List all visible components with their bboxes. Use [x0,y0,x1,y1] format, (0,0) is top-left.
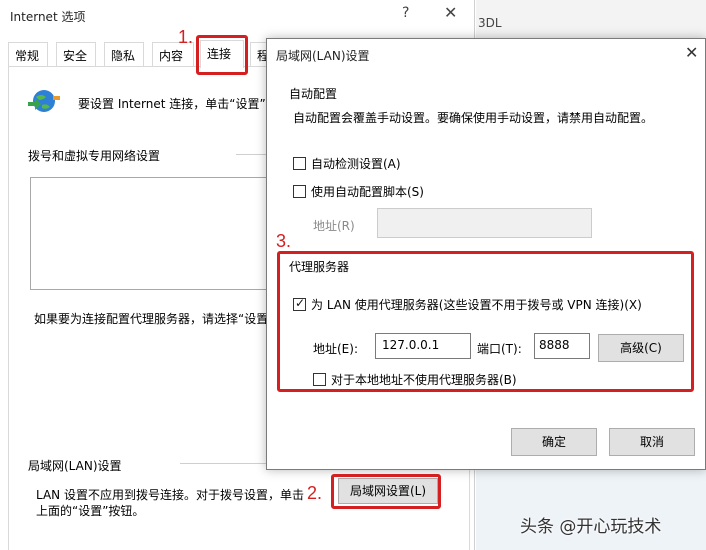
auto-detect-checkbox[interactable] [293,157,306,170]
background-window-panel [476,470,706,550]
setup-instruction: 要设置 Internet 连接，单击“设置”。 [78,97,278,111]
auto-detect-label[interactable]: 自动检测设置(A) [311,155,401,172]
window-title: Internet 选项 [10,10,86,24]
dialog-title: 局域网(LAN)设置 [276,49,370,63]
annotation-step-1: 1. [178,27,194,47]
annotation-step-3: 3. [276,231,292,251]
auto-script-label[interactable]: 使用自动配置脚本(S) [311,183,424,200]
tab-general[interactable]: 常规 [8,42,48,66]
annotation-box-connections-tab [196,35,248,75]
dialup-connections-list[interactable] [30,177,270,290]
annotation-box-proxy-section [277,251,694,392]
lan-note-line-1: LAN 设置不应用到拨号连接。对于拨号设置，单击 [36,488,304,502]
script-address-label: 地址(R) [313,219,355,233]
dialup-heading: 拨号和虚拟专用网络设置 [28,149,161,163]
auto-script-checkbox[interactable] [293,185,306,198]
lan-note-line-2: 上面的“设置”按钮。 [36,504,145,518]
script-address-input[interactable] [377,208,592,238]
annotation-step-2: 2. [307,483,323,503]
annotation-box-lan-button [331,474,441,509]
auto-config-heading: 自动配置 [289,87,338,101]
close-icon[interactable]: ✕ [444,3,457,22]
auto-config-description: 自动配置会覆盖手动设置。要确保使用手动设置，请禁用自动配置。 [293,111,654,125]
watermark: 头条 @开心玩技术 [520,517,662,537]
lan-settings-heading: 局域网(LAN)设置 [28,459,122,473]
help-icon[interactable]: ? [402,5,409,21]
proxy-hint: 如果要为连接配置代理服务器，请选择“设置” [34,312,275,326]
cancel-button[interactable]: 取消 [609,428,695,456]
close-icon[interactable]: ✕ [685,43,698,62]
globe-network-icon [28,90,60,112]
tab-security[interactable]: 安全 [56,42,96,66]
tab-privacy[interactable]: 隐私 [104,42,144,66]
ok-button[interactable]: 确定 [511,428,597,456]
background-window-text: 3DL [478,16,502,30]
